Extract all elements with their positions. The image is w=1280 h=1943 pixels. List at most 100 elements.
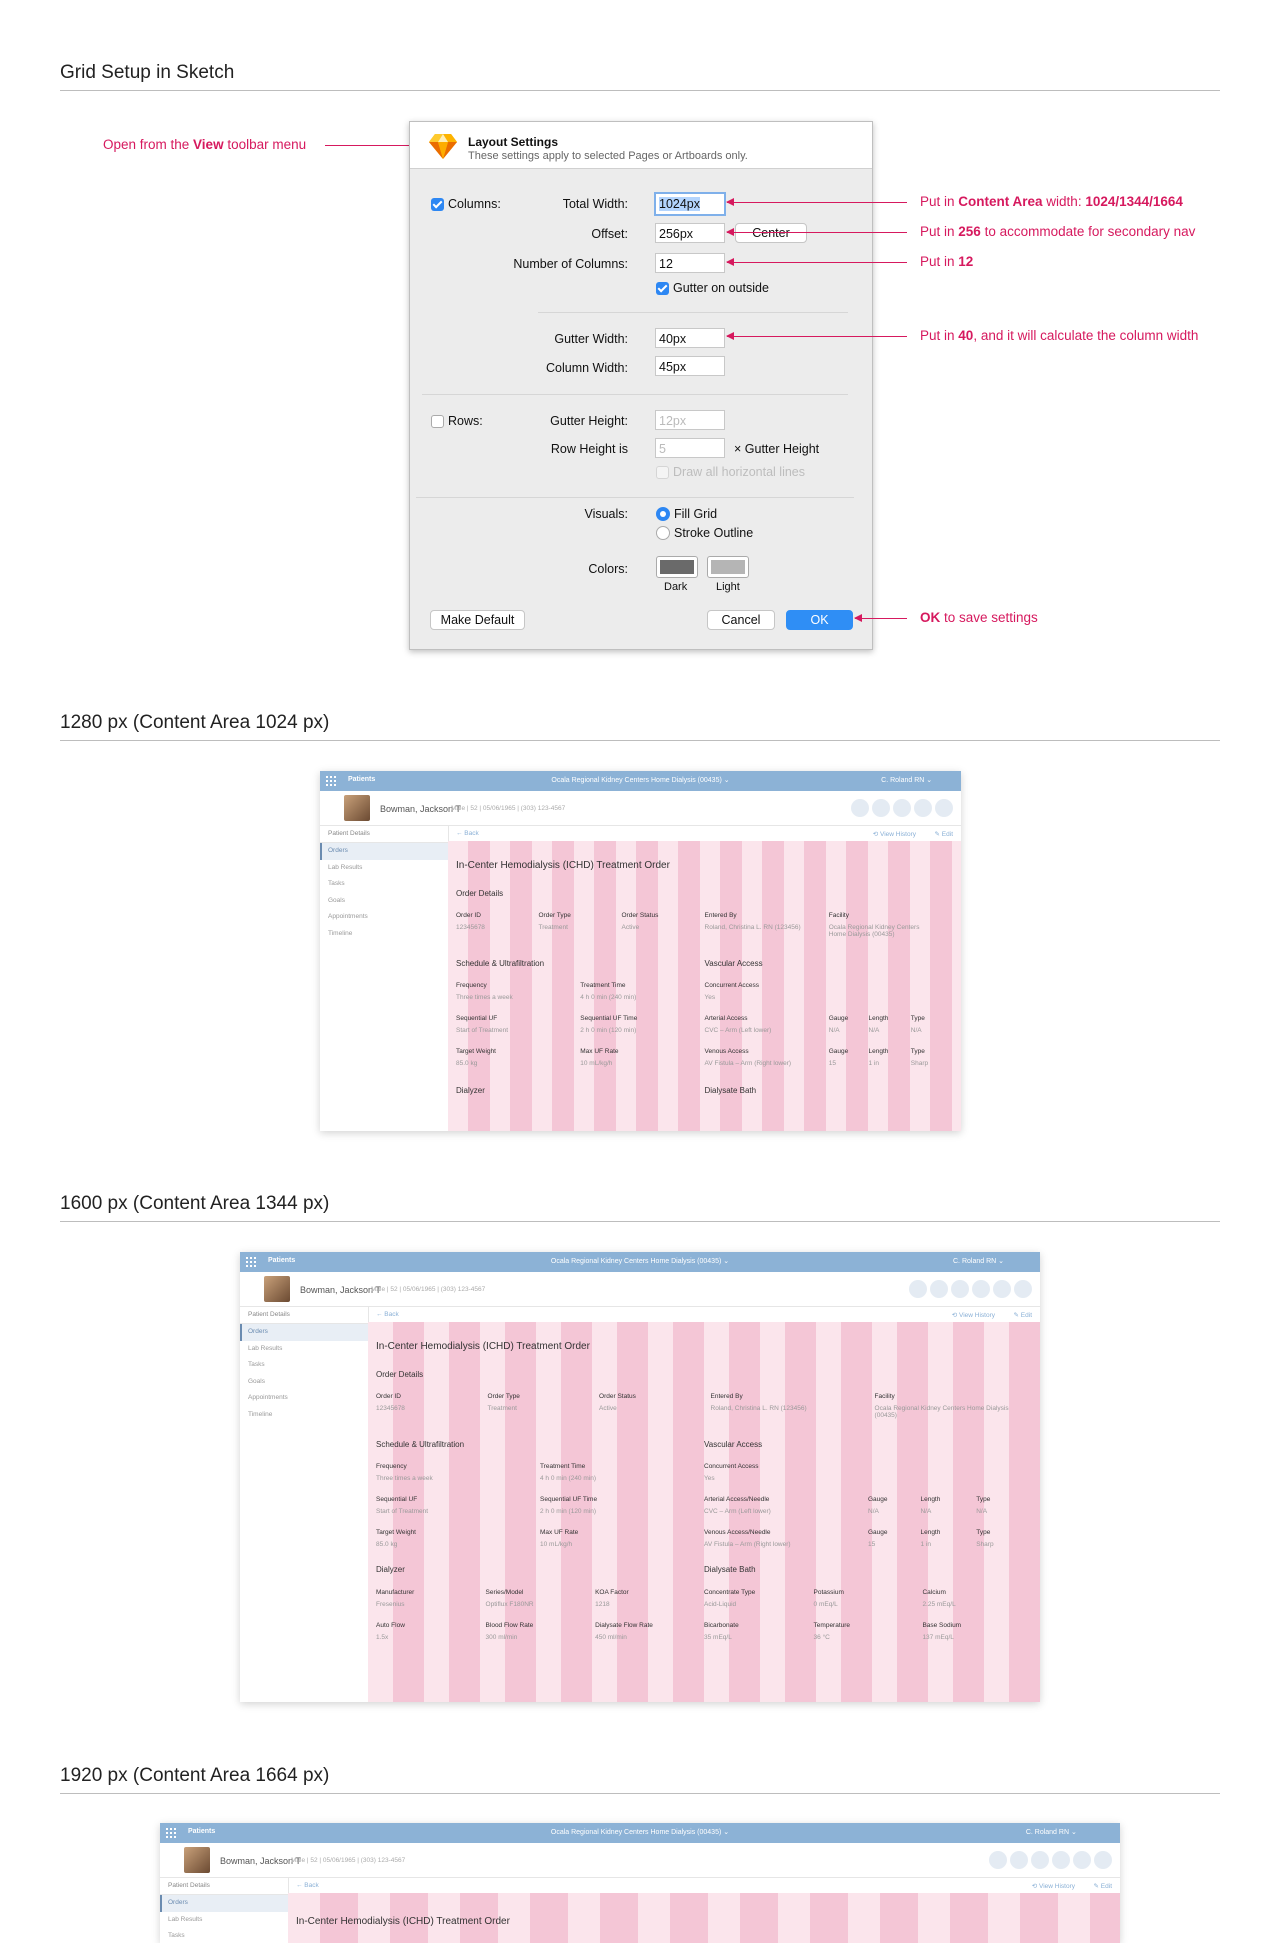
secondary-nav: Patient DetailsOrdersLab ResultsTasksGoa…	[320, 826, 449, 1131]
light-color-swatch[interactable]	[707, 556, 749, 578]
app-nav-title[interactable]: Patients	[188, 1828, 215, 1835]
gutter-height-input[interactable]: 12px	[655, 410, 725, 430]
app-facility-selector[interactable]: Ocala Regional Kidney Centers Home Dialy…	[551, 1828, 729, 1836]
arrow-gutter	[726, 332, 907, 340]
vascular-field-value: Sharp	[976, 1541, 994, 1548]
app-preview-1600: Patients Ocala Regional Kidney Centers Ho…	[240, 1252, 1040, 1702]
secondary-nav-item-timeline[interactable]: Timeline	[320, 926, 448, 943]
app-grid-icon-dot	[246, 1265, 248, 1267]
secondary-nav-item-tasks[interactable]: Tasks	[240, 1357, 368, 1374]
secondary-nav-item-orders[interactable]: Orders	[240, 1324, 368, 1341]
schedule-field-label: Sequential UF	[456, 1015, 498, 1022]
secondary-nav-header[interactable]: Patient Details	[320, 826, 448, 843]
app-user-menu[interactable]: C. Roland RN ⌄	[1026, 1828, 1077, 1836]
patient-action-icon[interactable]	[914, 799, 932, 817]
patient-action-icon[interactable]	[1010, 1851, 1028, 1869]
secondary-nav-item-appointments[interactable]: Appointments	[240, 1390, 368, 1407]
vascular-field-label: Gauge	[868, 1496, 888, 1503]
patient-action-icon[interactable]	[935, 799, 953, 817]
ok-button[interactable]: OK	[786, 610, 853, 630]
back-link[interactable]: ← Back	[376, 1311, 399, 1318]
app-user-menu[interactable]: C. Roland RN ⌄	[953, 1257, 1004, 1265]
app-grid-icon[interactable]	[326, 776, 336, 786]
patient-action-icon[interactable]	[972, 1280, 990, 1298]
patient-action-icon[interactable]	[1094, 1851, 1112, 1869]
patient-action-icon[interactable]	[1052, 1851, 1070, 1869]
app-facility-selector[interactable]: Ocala Regional Kidney Centers Home Dialy…	[551, 1257, 729, 1265]
edit-link[interactable]: ✎ Edit	[1014, 1311, 1032, 1319]
patient-action-icon[interactable]	[1073, 1851, 1091, 1869]
back-link[interactable]: ← Back	[456, 830, 479, 837]
app-grid-icon-dot	[170, 1832, 172, 1834]
secondary-nav-item-lab-results[interactable]: Lab Results	[160, 1912, 288, 1929]
secondary-nav-item-orders[interactable]: Orders	[320, 843, 448, 860]
center-button[interactable]: Center	[735, 223, 807, 243]
app-facility-selector[interactable]: Ocala Regional Kidney Centers Home Dialy…	[551, 776, 729, 784]
app-user-menu[interactable]: C. Roland RN ⌄	[881, 776, 932, 784]
patient-action-icon[interactable]	[872, 799, 890, 817]
grid-column	[670, 1893, 708, 1943]
app-grid-icon-dot	[174, 1836, 176, 1838]
gutter-width-input[interactable]: 40px	[655, 328, 725, 348]
offset-input[interactable]: 256px	[655, 223, 725, 243]
draw-lines-checkbox[interactable]	[656, 466, 669, 479]
patient-action-icon[interactable]	[989, 1851, 1007, 1869]
dialysate-heading: Dialysate Bath	[704, 1086, 757, 1095]
secondary-nav-item-tasks[interactable]: Tasks	[320, 876, 448, 893]
view-history-link[interactable]: ⟲ View History	[873, 830, 916, 838]
gutter-outside-checkbox[interactable]	[656, 282, 669, 295]
patient-action-icon[interactable]	[1014, 1280, 1032, 1298]
patient-action-icon[interactable]	[909, 1280, 927, 1298]
patient-action-icon[interactable]	[930, 1280, 948, 1298]
patient-name: Bowman, Jackson T	[380, 804, 461, 814]
total-width-input[interactable]: 1024px	[654, 192, 726, 216]
secondary-nav-header[interactable]: Patient Details	[160, 1878, 288, 1895]
grid-column	[1009, 1322, 1040, 1702]
secondary-nav-header[interactable]: Patient Details	[240, 1307, 368, 1324]
app-grid-icon[interactable]	[166, 1828, 176, 1838]
secondary-nav-item-goals[interactable]: Goals	[240, 1374, 368, 1391]
view-history-link[interactable]: ⟲ View History	[1032, 1882, 1075, 1890]
view-history-link[interactable]: ⟲ View History	[952, 1311, 995, 1319]
grid-column	[600, 1893, 638, 1943]
secondary-nav-item-timeline[interactable]: Timeline	[240, 1407, 368, 1424]
dark-color-swatch[interactable]	[656, 556, 698, 578]
secondary-nav-item-orders[interactable]: Orders	[160, 1895, 288, 1912]
column-width-input[interactable]: 45px	[655, 356, 725, 376]
edit-link[interactable]: ✎ Edit	[1094, 1882, 1112, 1890]
secondary-nav-item-tasks[interactable]: Tasks	[160, 1928, 288, 1943]
patient-action-icon[interactable]	[851, 799, 869, 817]
row-height-input[interactable]: 5	[655, 438, 725, 458]
rows-checkbox[interactable]	[431, 415, 444, 428]
patient-action-icon[interactable]	[993, 1280, 1011, 1298]
patient-bar: Bowman, Jackson T Male | 52 | 05/06/1965 …	[320, 791, 961, 826]
cancel-button[interactable]: Cancel	[707, 610, 775, 630]
patient-action-icon[interactable]	[951, 1280, 969, 1298]
patient-action-icon[interactable]	[893, 799, 911, 817]
content-area: ← Back ⟲ View History ✎ Edit In-Center Hemo…	[448, 826, 961, 1131]
stroke-outline-radio[interactable]	[656, 526, 670, 540]
secondary-nav-item-appointments[interactable]: Appointments	[320, 909, 448, 926]
vascular-field-label: Venous Access	[704, 1048, 749, 1055]
schedule-field-value: 85.0 kg	[456, 1060, 478, 1067]
fill-grid-radio[interactable]	[656, 507, 670, 521]
grid-column	[552, 841, 574, 1131]
app-grid-icon-dot	[254, 1265, 256, 1267]
columns-checkbox[interactable]	[431, 198, 444, 211]
number-of-columns-input[interactable]: 12	[655, 253, 725, 273]
app-nav-title[interactable]: Patients	[268, 1257, 295, 1264]
secondary-nav-item-goals[interactable]: Goals	[320, 893, 448, 910]
make-default-button[interactable]: Make Default	[430, 610, 525, 630]
arrow-offset	[726, 228, 907, 236]
secondary-nav-item-lab-results[interactable]: Lab Results	[240, 1341, 368, 1358]
back-link[interactable]: ← Back	[296, 1882, 319, 1889]
vascular-field-value: AV Fistula – Arm (Right lower)	[704, 1541, 791, 1548]
secondary-nav-item-lab-results[interactable]: Lab Results	[320, 860, 448, 877]
edit-link[interactable]: ✎ Edit	[935, 830, 953, 838]
app-grid-icon[interactable]	[246, 1257, 256, 1267]
app-nav-title[interactable]: Patients	[348, 776, 375, 783]
patient-action-icon[interactable]	[1031, 1851, 1049, 1869]
section-rule	[60, 740, 1220, 741]
vascular-field-value: 1 in	[920, 1541, 931, 1548]
app-grid-icon-dot	[254, 1261, 256, 1263]
